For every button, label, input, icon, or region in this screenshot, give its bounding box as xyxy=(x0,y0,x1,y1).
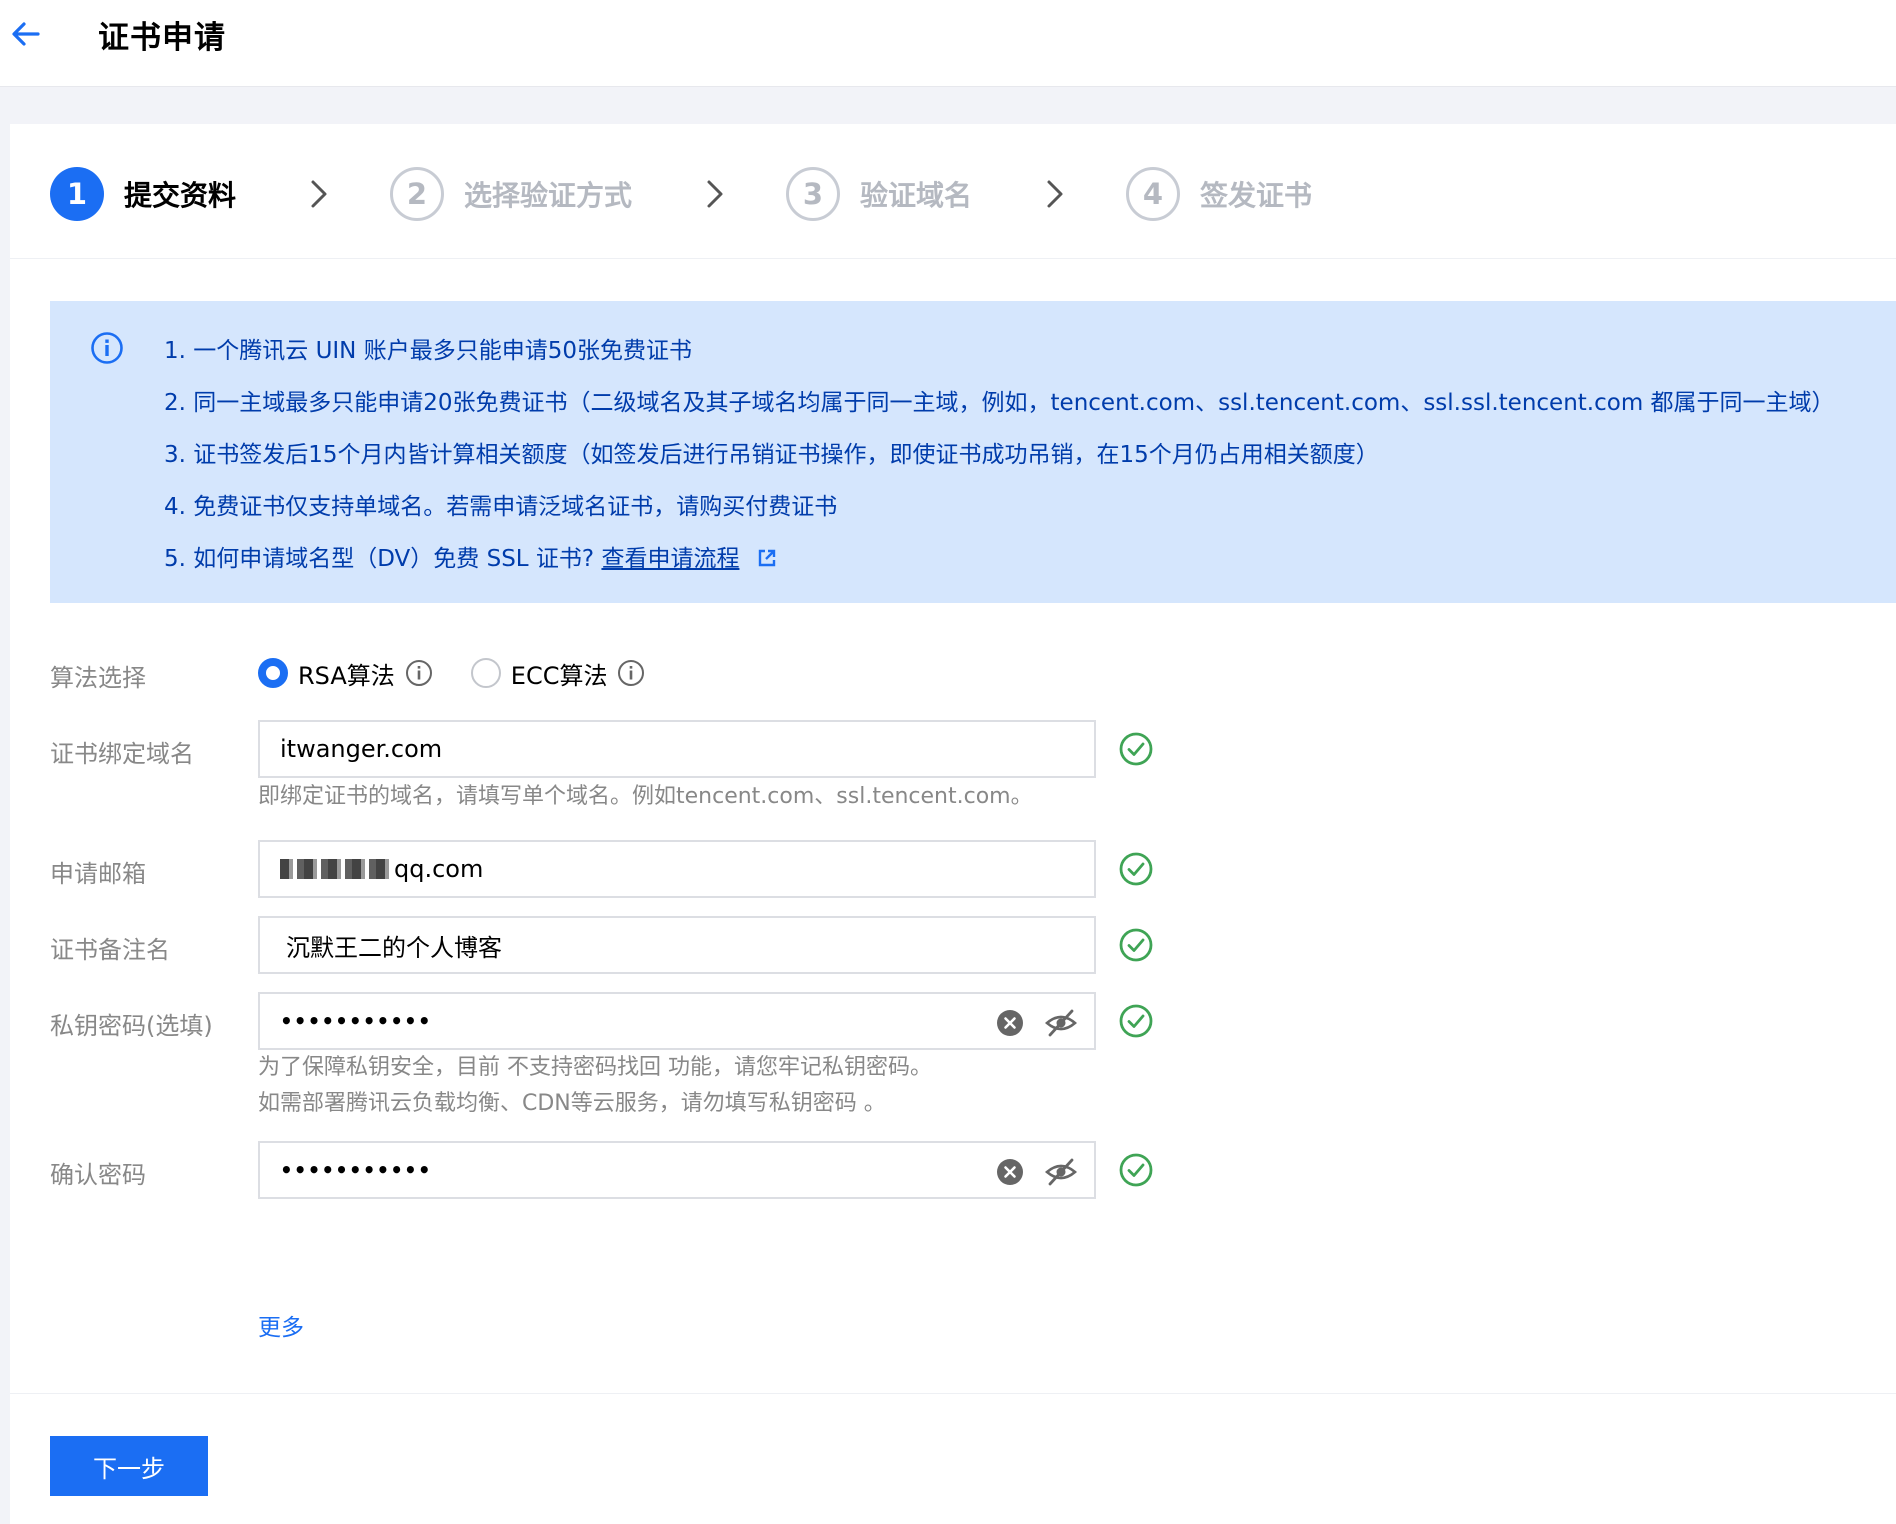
clear-icon[interactable] xyxy=(996,1009,1024,1037)
step-number: 4 xyxy=(1126,167,1180,221)
page-title: 证书申请 xyxy=(98,20,226,56)
email-label: 申请邮箱 xyxy=(50,860,146,888)
domain-input[interactable]: itwanger.com xyxy=(258,720,1096,778)
notice-line: 1. 一个腾讯云 UIN 账户最多只能申请50张免费证书 xyxy=(164,338,692,364)
confirm-password-label: 确认密码 xyxy=(50,1161,146,1189)
algorithm-label: 算法选择 xyxy=(50,664,146,692)
confirm-password-value: ••••••••••• xyxy=(280,1158,432,1182)
password-value: ••••••••••• xyxy=(280,1009,432,1033)
step-submit-info: 1 提交资料 xyxy=(50,164,236,224)
radio-ecc-label: ECC算法 xyxy=(510,661,608,690)
clear-icon[interactable] xyxy=(996,1158,1024,1186)
domain-value: itwanger.com xyxy=(280,735,443,763)
check-circle-icon xyxy=(1119,1153,1153,1187)
notice-line: 4. 免费证书仅支持单域名。若需申请泛域名证书，请购买付费证书 xyxy=(164,494,838,520)
step-verify-method: 2 选择验证方式 xyxy=(390,164,632,224)
step-number: 3 xyxy=(786,167,840,221)
remark-input[interactable]: 沉默王二的个人博客 xyxy=(258,916,1096,974)
chevron-right-icon xyxy=(707,180,723,208)
remark-label: 证书备注名 xyxy=(50,936,170,964)
divider xyxy=(10,1393,1896,1394)
back-arrow-icon[interactable] xyxy=(8,16,44,52)
radio-rsa-label: RSA算法 xyxy=(298,661,395,690)
radio-checked-icon[interactable] xyxy=(258,658,288,688)
private-key-password-input[interactable]: ••••••••••• xyxy=(258,992,1096,1050)
eye-off-icon[interactable] xyxy=(1044,1156,1078,1188)
check-circle-icon xyxy=(1119,852,1153,886)
eye-off-icon[interactable] xyxy=(1044,1007,1078,1039)
more-link[interactable]: 更多 xyxy=(258,1308,304,1342)
step-number: 2 xyxy=(390,167,444,221)
next-step-button[interactable]: 下一步 xyxy=(50,1436,208,1496)
info-icon[interactable] xyxy=(617,659,645,687)
external-link-icon[interactable] xyxy=(757,548,777,568)
chevron-right-icon xyxy=(311,180,327,208)
password-hint-line1: 为了保障私钥安全，目前 不支持密码找回 功能，请您牢记私钥密码。 xyxy=(258,1055,932,1080)
notice-box: 1. 一个腾讯云 UIN 账户最多只能申请50张免费证书 2. 同一主域最多只能… xyxy=(50,301,1896,603)
private-key-password-label: 私钥密码(选填) xyxy=(50,1012,213,1040)
step-label: 签发证书 xyxy=(1200,179,1313,212)
password-hint-line2: 如需部署腾讯云负载均衡、CDN等云服务，请勿填写私钥密码 。 xyxy=(258,1091,886,1116)
notice-line: 3. 证书签发后15个月内皆计算相关额度（如签发后进行吊销证书操作，即使证书成功… xyxy=(164,442,1379,468)
info-icon[interactable] xyxy=(405,659,433,687)
check-circle-icon xyxy=(1119,732,1153,766)
domain-label: 证书绑定域名 xyxy=(50,740,194,768)
stepper: 1 提交资料 2 选择验证方式 3 验证域名 4 签发证书 xyxy=(10,124,1896,259)
step-label: 提交资料 xyxy=(124,179,237,212)
form-card: 1 提交资料 2 选择验证方式 3 验证域名 4 签发证书 1. 一个腾讯云 U… xyxy=(10,124,1896,1524)
top-bar: 证书申请 xyxy=(0,0,1896,87)
notice-line-5: 5. 如何申请域名型（DV）免费 SSL 证书? 查看申请流程 xyxy=(164,539,777,573)
radio-ecc[interactable]: ECC算法 xyxy=(470,656,646,691)
check-circle-icon xyxy=(1119,1004,1153,1038)
email-input[interactable]: qq.com xyxy=(258,840,1096,898)
chevron-right-icon xyxy=(1047,180,1063,208)
info-icon xyxy=(91,332,123,364)
domain-hint: 即绑定证书的域名，请填写单个域名。例如tencent.com、ssl.tence… xyxy=(258,784,1033,809)
confirm-password-input[interactable]: ••••••••••• xyxy=(258,1141,1096,1199)
step-issue-cert: 4 签发证书 xyxy=(1126,164,1312,224)
notice-line: 2. 同一主域最多只能申请20张免费证书（二级域名及其子域名均属于同一主域，例如… xyxy=(164,390,1835,416)
step-number: 1 xyxy=(50,167,104,221)
step-verify-domain: 3 验证域名 xyxy=(786,164,972,224)
remark-value: 沉默王二的个人博客 xyxy=(286,933,502,962)
notice-line-text: 5. 如何申请域名型（DV）免费 SSL 证书? xyxy=(164,546,595,572)
step-label: 选择验证方式 xyxy=(464,179,633,212)
check-circle-icon xyxy=(1119,928,1153,962)
radio-rsa[interactable]: RSA算法 xyxy=(258,656,433,691)
redacted-email-prefix xyxy=(280,859,392,879)
email-value: qq.com xyxy=(394,855,484,883)
radio-unchecked-icon[interactable] xyxy=(470,658,501,688)
step-label: 验证域名 xyxy=(860,179,973,212)
view-process-link[interactable]: 查看申请流程 xyxy=(601,546,739,572)
algorithm-radio-group: RSA算法 ECC算法 xyxy=(258,653,645,693)
